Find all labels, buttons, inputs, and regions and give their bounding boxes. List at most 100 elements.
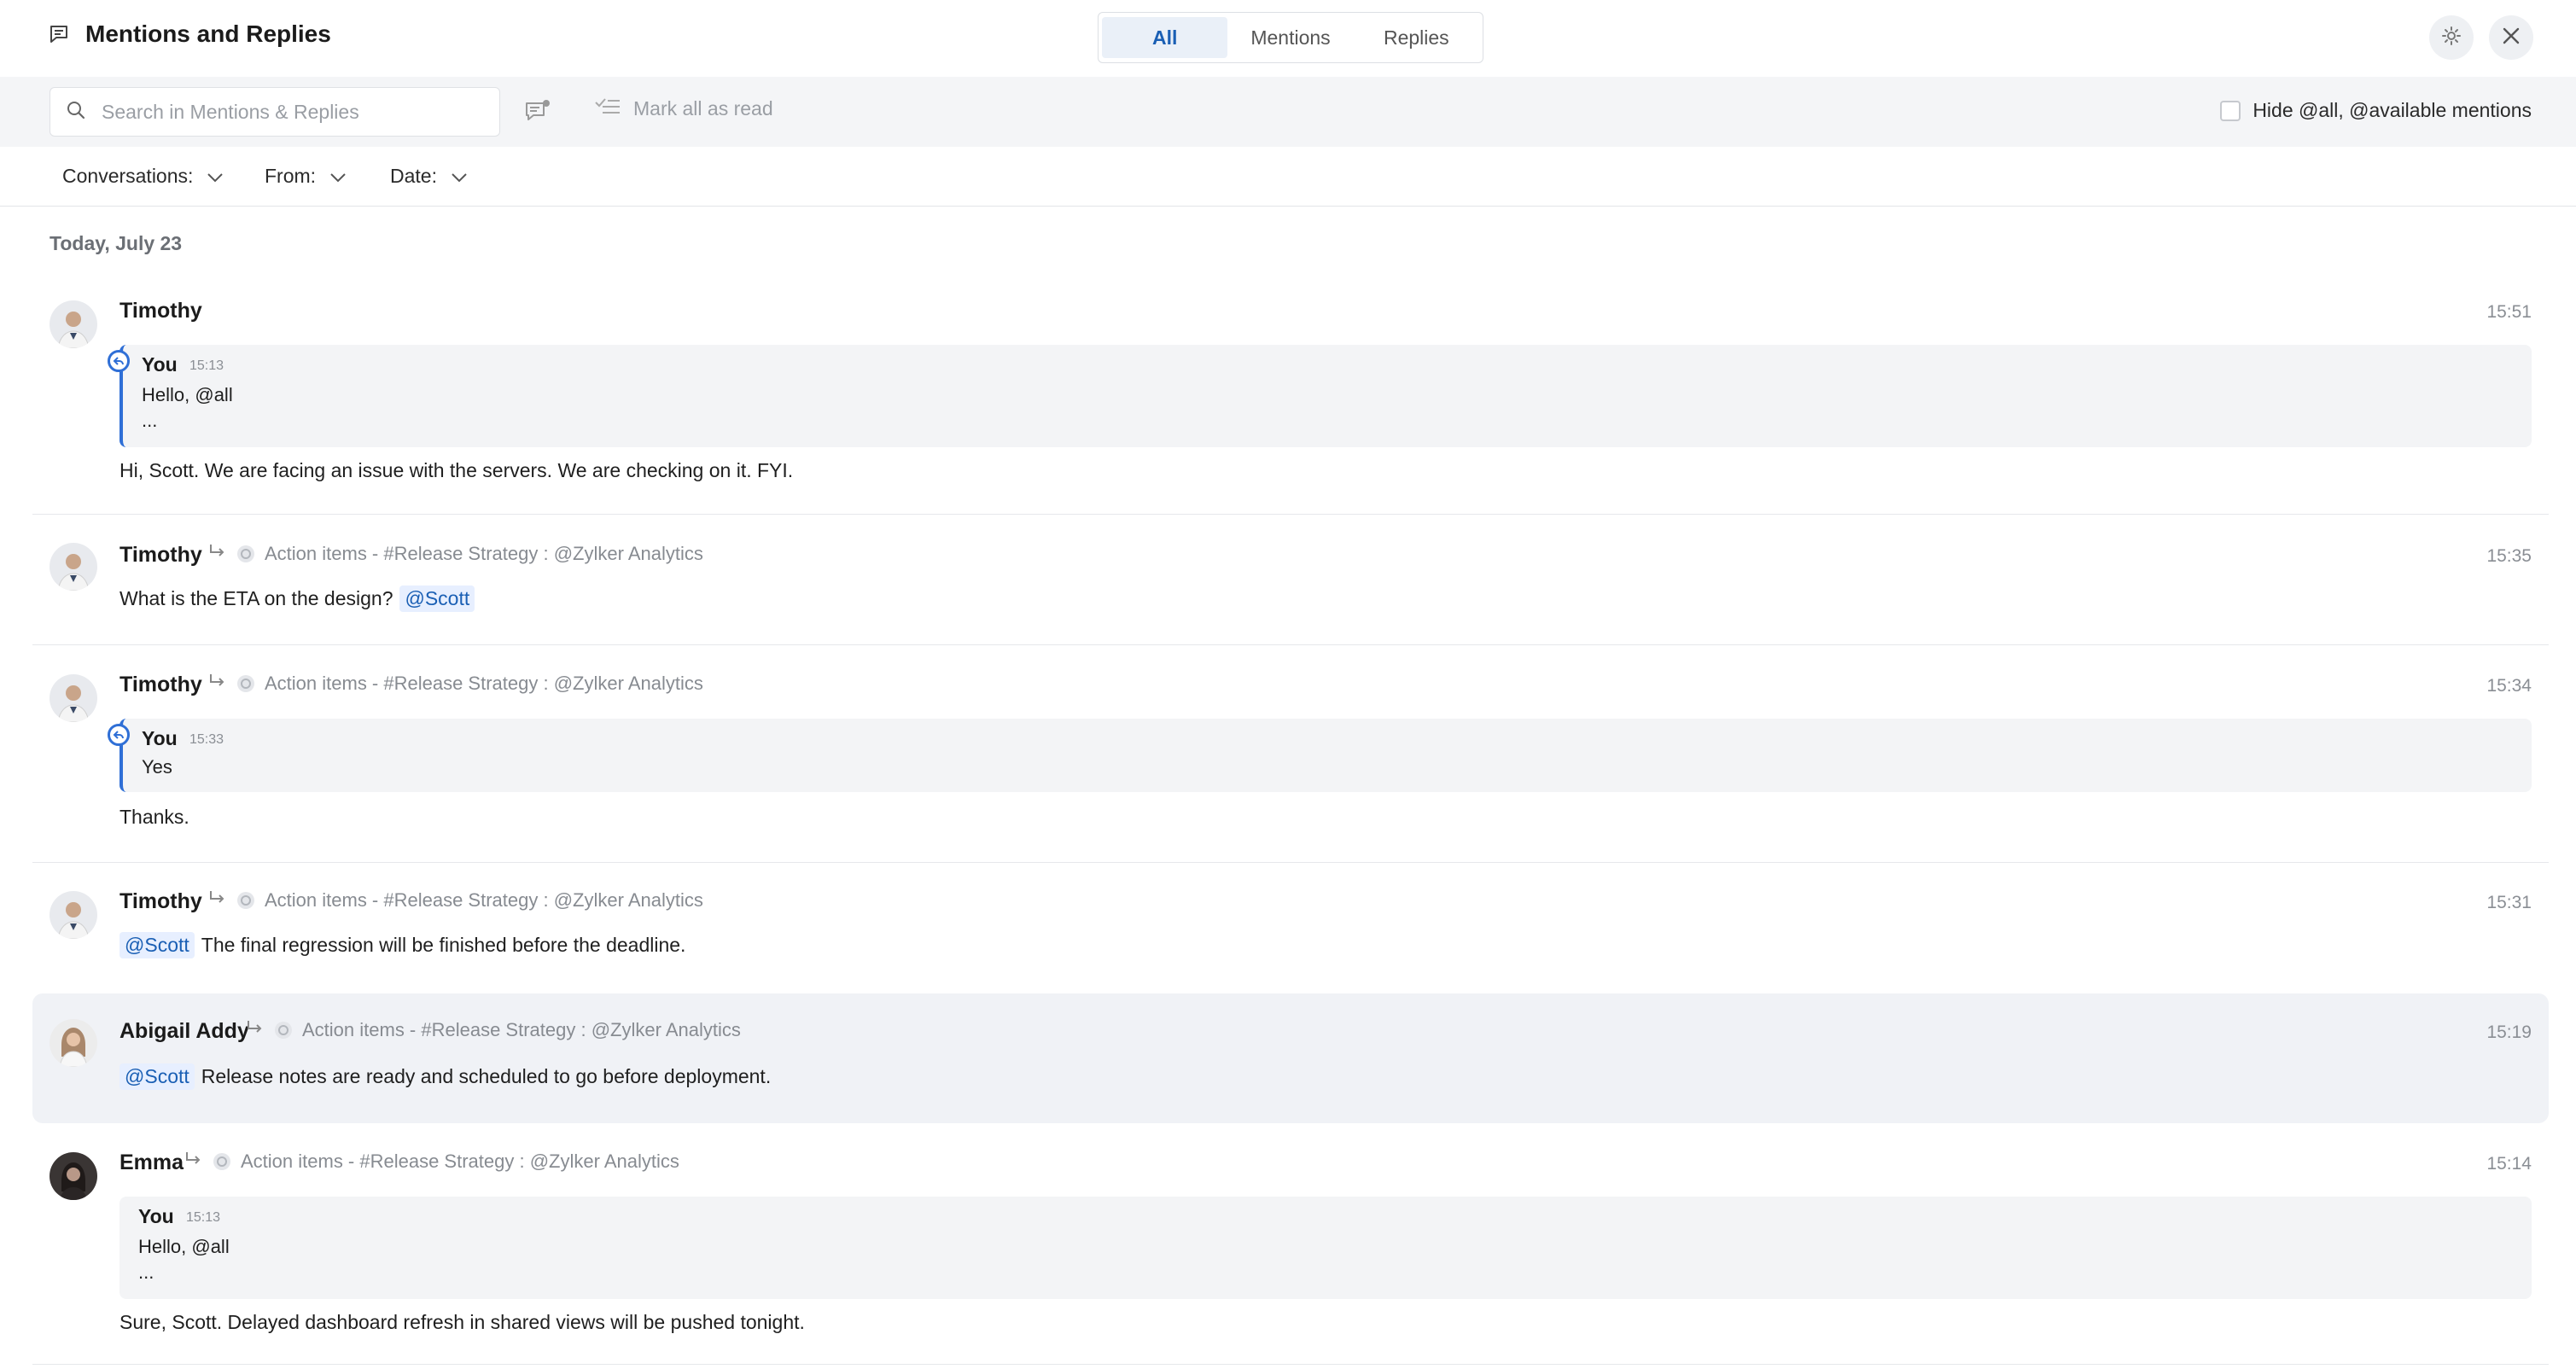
avatar[interactable]	[50, 1152, 97, 1200]
mention-tag[interactable]: @Scott	[119, 1063, 195, 1090]
check-list-icon	[594, 96, 621, 121]
thread-context-label: Action items - #Release Strategy : @Zylk…	[265, 673, 703, 694]
thread-context-label: Action items - #Release Strategy : @Zylk…	[265, 543, 703, 564]
tab-mentions[interactable]: Mentions	[1227, 17, 1353, 58]
thread-context[interactable]: Action items - #Release Strategy : @Zylk…	[208, 543, 703, 565]
search-input[interactable]	[100, 99, 475, 125]
header: Mentions and Replies All Mentions Replie…	[0, 0, 2576, 77]
date-filter[interactable]: Date:	[390, 165, 468, 188]
tab-replies[interactable]: Replies	[1354, 17, 1479, 58]
thread-context-label: Action items - #Release Strategy : @Zylk…	[302, 1019, 741, 1040]
thread-context[interactable]: Action items - #Release Strategy : @Zylk…	[208, 889, 703, 912]
search-box[interactable]	[50, 87, 500, 137]
quote-text: Yes	[142, 756, 172, 778]
channel-icon	[237, 545, 254, 562]
sender-name[interactable]: Abigail Addy	[119, 1019, 249, 1044]
chat-bubble-icon	[48, 23, 70, 45]
title-area: Mentions and Replies	[48, 20, 331, 48]
message-item[interactable]: Emma Action items - #Release Strategy : …	[32, 1127, 2549, 1357]
settings-button[interactable]	[2429, 15, 2474, 60]
sender-name[interactable]: Timothy	[119, 673, 202, 697]
mention-tag[interactable]: @Scott	[399, 585, 475, 612]
unread-filter-icon[interactable]	[524, 99, 551, 129]
quote-time: 15:33	[189, 732, 224, 747]
message-item[interactable]: Timothy Action items - #Release Strategy…	[32, 655, 2549, 852]
hide-mentions-toggle[interactable]: Hide @all, @available mentions	[2220, 99, 2532, 122]
message-text: Release notes are ready and scheduled to…	[201, 1065, 772, 1087]
message-time: 15:51	[2486, 302, 2532, 322]
avatar[interactable]	[50, 891, 97, 939]
message-time: 15:31	[2486, 893, 2532, 912]
close-button[interactable]	[2489, 15, 2533, 60]
quoted-message[interactable]: You 15:13 Hello, @all ...	[119, 1197, 2532, 1299]
chevron-down-icon	[329, 165, 347, 188]
thread-context[interactable]: Action items - #Release Strategy : @Zylk…	[208, 673, 703, 695]
chevron-down-icon	[451, 165, 468, 188]
date-filter-label: Date:	[390, 165, 437, 187]
quote-author: You	[142, 353, 178, 376]
avatar[interactable]	[50, 674, 97, 722]
toolbar: Mark all as read Hide @all, @available m…	[0, 77, 2576, 147]
tab-all[interactable]: All	[1102, 17, 1228, 58]
message-text: Thanks.	[119, 806, 189, 828]
thread-context[interactable]: Action items - #Release Strategy : @Zylk…	[184, 1151, 679, 1173]
message-body: @Scott Release notes are ready and sched…	[119, 1063, 771, 1090]
message-time: 15:19	[2486, 1022, 2532, 1042]
hide-mentions-checkbox[interactable]	[2220, 100, 2241, 121]
message-body: @Scott The final regression will be fini…	[119, 932, 685, 958]
quote-time: 15:13	[186, 1210, 221, 1225]
sender-name[interactable]: Emma	[119, 1151, 184, 1175]
avatar[interactable]	[50, 543, 97, 591]
thread-context-label: Action items - #Release Strategy : @Zylk…	[241, 1151, 679, 1172]
message-body: Thanks.	[119, 806, 189, 829]
reply-arrow-icon	[108, 724, 130, 746]
quote-author: You	[138, 1205, 174, 1227]
channel-icon	[275, 1022, 292, 1039]
from-filter-label: From:	[265, 165, 317, 187]
thread-arrow-icon	[246, 1019, 265, 1041]
thread-context[interactable]: Action items - #Release Strategy : @Zylk…	[246, 1019, 741, 1041]
message-item[interactable]: Timothy Action items - #Release Strategy…	[32, 524, 2549, 644]
quote-text: Hello, @all	[138, 1236, 230, 1257]
quote-ellipsis: ...	[142, 410, 158, 431]
conversations-filter-label: Conversations:	[62, 165, 194, 187]
gear-icon	[2440, 25, 2462, 51]
message-divider	[32, 644, 2549, 645]
message-item[interactable]: Timothy 15:51 You 15:13 Hello, @all ... …	[32, 282, 2549, 504]
avatar[interactable]	[50, 1019, 97, 1067]
sender-name[interactable]: Timothy	[119, 889, 202, 914]
reply-arrow-icon	[108, 350, 130, 372]
quoted-message[interactable]: You 15:13 Hello, @all ...	[119, 345, 2532, 447]
conversations-filter[interactable]: Conversations:	[62, 165, 224, 188]
view-tabs: All Mentions Replies	[1098, 12, 1483, 63]
message-time: 15:14	[2486, 1154, 2532, 1174]
quote-author: You	[142, 727, 178, 749]
channel-icon	[237, 892, 254, 909]
message-text: Sure, Scott. Delayed dashboard refresh i…	[119, 1311, 805, 1333]
quoted-message[interactable]: You 15:33 Yes	[119, 719, 2532, 792]
message-time: 15:35	[2486, 546, 2532, 566]
thread-arrow-icon	[208, 543, 227, 565]
from-filter[interactable]: From:	[265, 165, 347, 188]
message-body: Hi, Scott. We are facing an issue with t…	[119, 459, 793, 482]
avatar[interactable]	[50, 300, 97, 348]
thread-arrow-icon	[208, 889, 227, 912]
mention-tag[interactable]: @Scott	[119, 932, 195, 958]
date-group-label: Today, July 23	[50, 232, 183, 254]
message-item[interactable]: Timothy Action items - #Release Strategy…	[32, 872, 2549, 990]
sender-name[interactable]: Timothy	[119, 299, 202, 323]
quote-time: 15:13	[189, 358, 224, 373]
mark-all-read-label: Mark all as read	[633, 96, 773, 119]
page-title: Mentions and Replies	[85, 20, 331, 47]
message-divider	[32, 1364, 2549, 1365]
mark-all-read-button[interactable]: Mark all as read	[594, 96, 773, 121]
sender-name[interactable]: Timothy	[119, 543, 202, 568]
message-body: What is the ETA on the design? @Scott	[119, 585, 475, 612]
search-icon	[50, 100, 86, 125]
message-text: What is the ETA on the design?	[119, 587, 393, 609]
message-item-highlighted[interactable]: Abigail Addy Action items - #Release Str…	[32, 993, 2549, 1123]
thread-arrow-icon	[184, 1151, 203, 1173]
message-text: The final regression will be finished be…	[201, 934, 686, 956]
message-time: 15:34	[2486, 676, 2532, 696]
channel-icon	[237, 675, 254, 692]
